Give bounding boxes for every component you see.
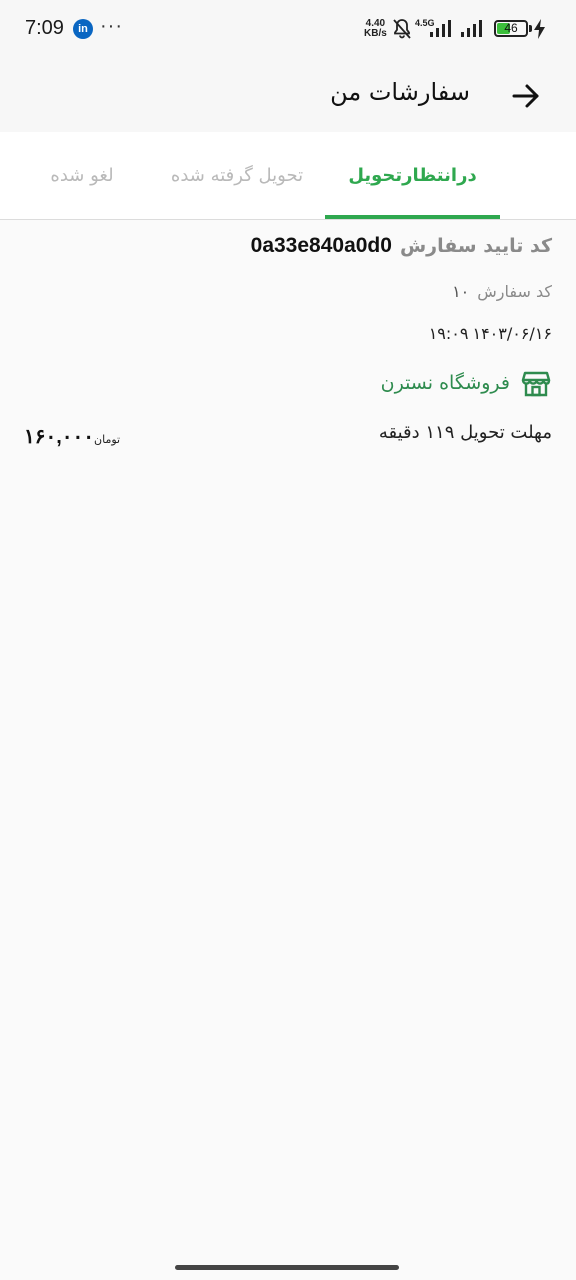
order-date: ۱۴۰۳/۰۶/۱۶ xyxy=(472,324,552,343)
home-indicator[interactable] xyxy=(175,1265,399,1270)
order-number-row: کد سفارش ۱۰ xyxy=(452,282,552,301)
order-number-label: کد سفارش xyxy=(477,282,552,301)
network-speed: 4.40 KB/s xyxy=(364,18,387,39)
signal-icon xyxy=(461,20,482,37)
more-notifications-icon: ··· xyxy=(100,15,123,37)
store-name: فروشگاه نسترن xyxy=(380,372,510,394)
confirmation-code-label: کد تایید سفارش xyxy=(399,235,552,257)
order-time: ۱۹:۰۹ xyxy=(428,324,469,343)
price-currency: تومان xyxy=(94,433,121,446)
app-header: سفارشات من xyxy=(0,58,576,132)
bell-off-icon xyxy=(393,19,411,39)
battery-level: 46 xyxy=(504,21,518,35)
page-title: سفارشات من xyxy=(330,78,470,106)
store-row: فروشگاه نسترن xyxy=(381,367,552,399)
order-price: ۱۶۰,۰۰۰ تومان xyxy=(24,424,126,449)
order-tabs: درانتظارتحویل تحویل گرفته شده لغو شده xyxy=(0,132,576,220)
arrow-right-icon[interactable] xyxy=(510,80,542,112)
confirmation-code-row: کد تایید سفارش 0a33e840a0d0 xyxy=(251,234,552,258)
confirmation-code: 0a33e840a0d0 xyxy=(250,234,392,257)
linkedin-icon: in xyxy=(73,19,93,39)
order-number: ۱۰ xyxy=(452,282,470,301)
order-card[interactable]: کد تایید سفارش 0a33e840a0d0 کد سفارش ۱۰ … xyxy=(0,220,576,460)
tab-delivered[interactable]: تحویل گرفته شده xyxy=(158,132,316,219)
tab-cancelled[interactable]: لغو شده xyxy=(20,132,144,219)
signal-icon xyxy=(430,20,451,37)
store-icon xyxy=(521,371,551,397)
battery-icon: 46 xyxy=(494,20,528,37)
price-value: ۱۶۰,۰۰۰ xyxy=(24,426,95,448)
active-tab-indicator xyxy=(325,215,500,219)
charging-icon xyxy=(534,19,545,39)
tab-awaiting-delivery[interactable]: درانتظارتحویل xyxy=(325,132,500,219)
delivery-deadline: مهلت تحویل ۱۱۹ دقیقه xyxy=(378,422,552,443)
status-bar: 7:09 in ··· 4.40 KB/s 4.5G 46 xyxy=(0,0,576,58)
status-time: 7:09 xyxy=(25,17,64,39)
order-datetime: ۱۹:۰۹ ۱۴۰۳/۰۶/۱۶ xyxy=(425,324,552,343)
